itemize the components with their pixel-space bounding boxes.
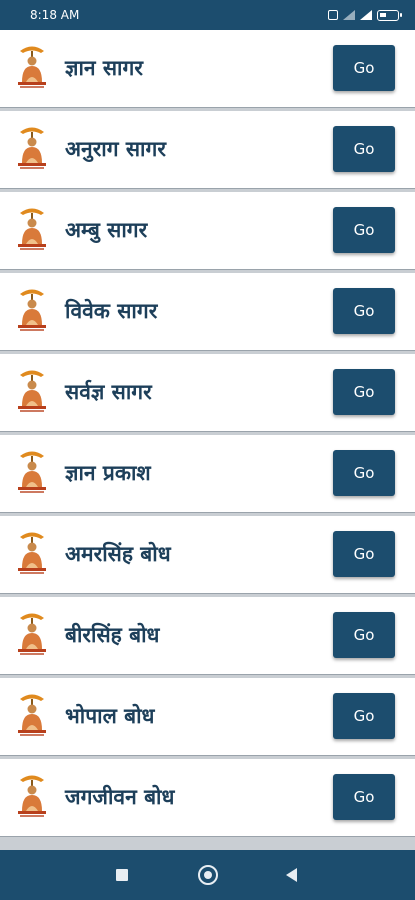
book-title: अम्बु सागर — [65, 218, 148, 242]
status-icons — [328, 9, 402, 21]
go-button[interactable]: Go — [333, 450, 395, 496]
list-item: बीरसिंह बोध Go — [0, 597, 415, 674]
status-bar: 8:18 AM — [0, 0, 415, 30]
go-button[interactable]: Go — [333, 612, 395, 658]
list-item: भोपाल बोध Go — [0, 678, 415, 755]
recents-square-icon[interactable] — [116, 869, 128, 881]
status-time: 8:18 AM — [30, 8, 80, 22]
book-title: भोपाल बोध — [65, 704, 155, 728]
book-title: ज्ञान प्रकाश — [65, 461, 151, 485]
saint-logo-icon — [18, 208, 46, 250]
go-button[interactable]: Go — [333, 774, 395, 820]
book-title: अनुराग सागर — [65, 137, 166, 161]
home-circle-icon[interactable] — [198, 865, 218, 885]
go-button[interactable]: Go — [333, 207, 395, 253]
book-title: जगजीवन बोध — [65, 785, 175, 809]
saint-logo-icon — [18, 451, 46, 493]
saint-logo-icon — [18, 46, 46, 88]
go-button[interactable]: Go — [333, 288, 395, 334]
go-button[interactable]: Go — [333, 531, 395, 577]
saint-logo-icon — [18, 532, 46, 574]
book-list: ज्ञान सागर Go अनुराग सागर Go अम्बु सागर … — [0, 30, 415, 850]
list-item: अमरसिंह बोध Go — [0, 516, 415, 593]
list-item: सर्वज्ञ सागर Go — [0, 354, 415, 431]
saint-logo-icon — [18, 613, 46, 655]
saint-logo-icon — [18, 694, 46, 736]
list-item: ज्ञान सागर Go — [0, 30, 415, 107]
list-item: जगजीवन बोध Go — [0, 759, 415, 836]
list-item: ज्ञान प्रकाश Go — [0, 435, 415, 512]
saint-logo-icon — [18, 127, 46, 169]
screen-record-icon — [328, 10, 338, 20]
battery-icon — [377, 9, 402, 21]
go-button[interactable]: Go — [333, 126, 395, 172]
signal-icon-2 — [360, 10, 372, 20]
go-button[interactable]: Go — [333, 693, 395, 739]
book-title: सर्वज्ञ सागर — [65, 380, 152, 404]
book-title: बीरसिंह बोध — [65, 623, 160, 647]
list-item: अम्बु सागर Go — [0, 192, 415, 269]
book-title: ज्ञान सागर — [65, 56, 143, 80]
list-item: विवेक सागर Go — [0, 273, 415, 350]
back-triangle-icon[interactable] — [286, 868, 297, 882]
go-button[interactable]: Go — [333, 45, 395, 91]
saint-logo-icon — [18, 370, 46, 412]
signal-icon — [343, 10, 355, 20]
list-item: अनुराग सागर Go — [0, 111, 415, 188]
saint-logo-icon — [18, 775, 46, 817]
go-button[interactable]: Go — [333, 369, 395, 415]
saint-logo-icon — [18, 289, 46, 331]
book-title: अमरसिंह बोध — [65, 542, 171, 566]
book-title: विवेक सागर — [65, 299, 158, 323]
navigation-bar — [0, 850, 415, 900]
